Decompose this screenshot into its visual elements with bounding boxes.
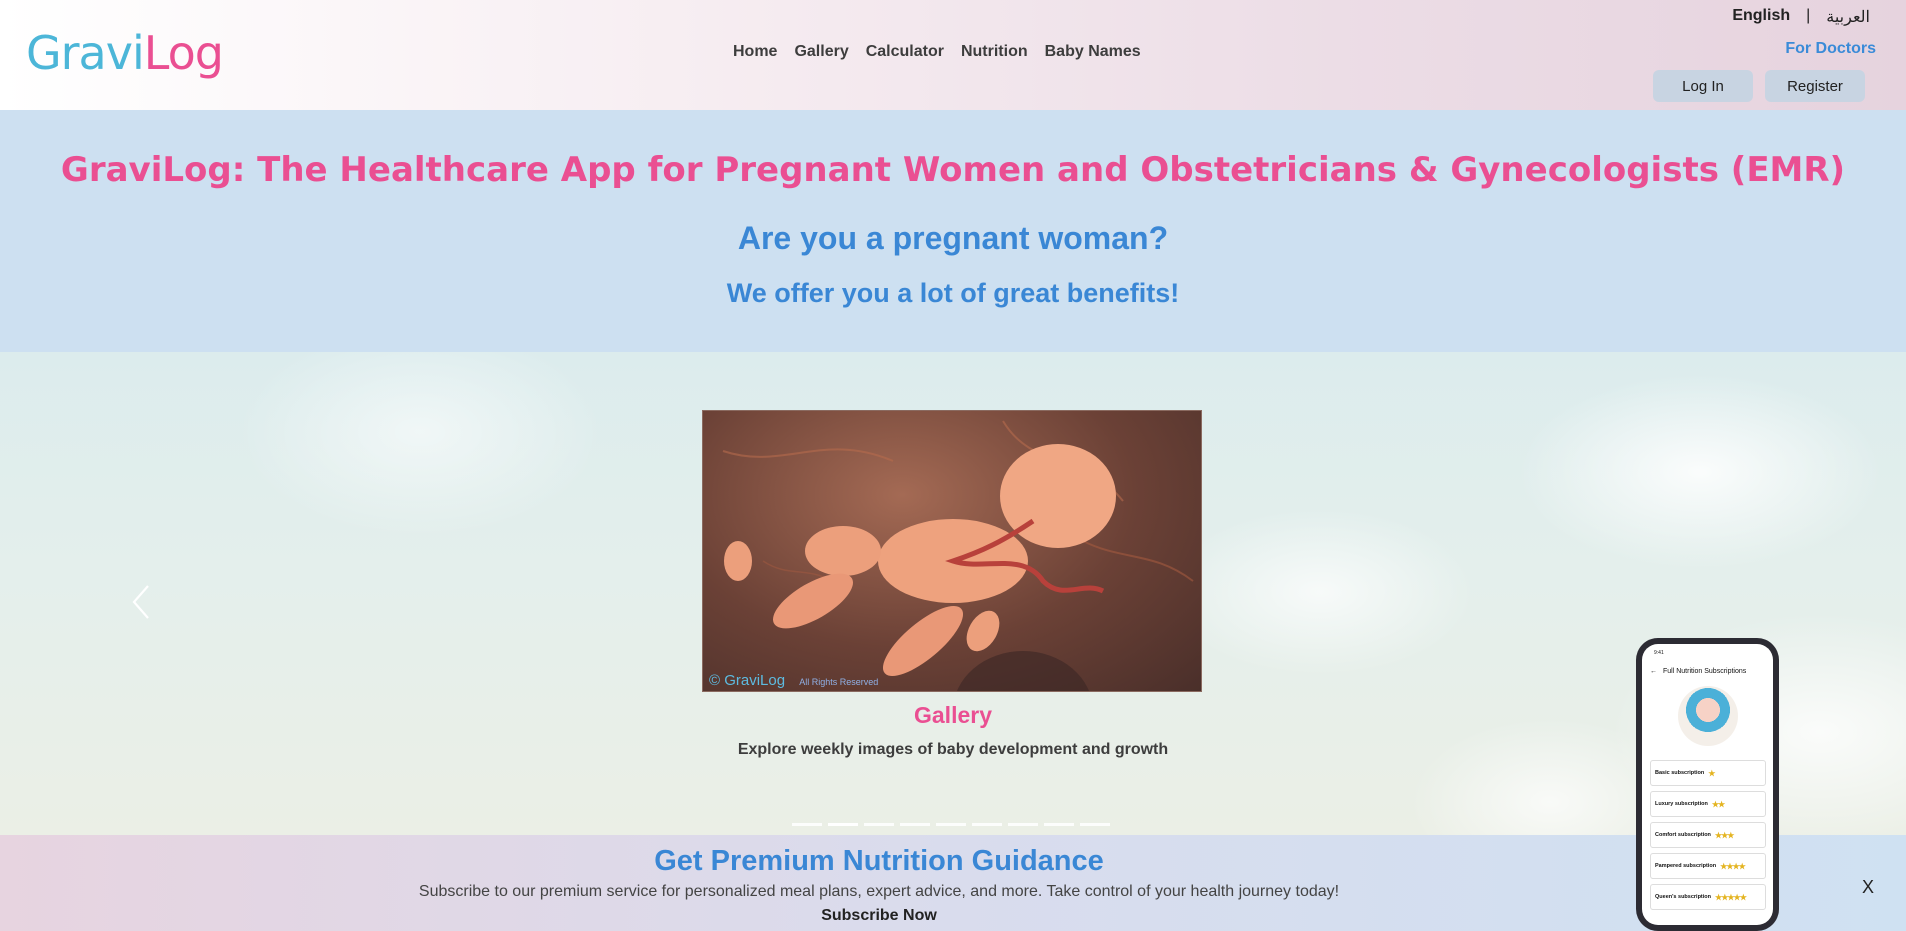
gravilog-logo[interactable]: GraviLog [26, 26, 224, 80]
star-rating-icon: ★★★ [1714, 830, 1734, 840]
hero-subtitle: We offer you a lot of great benefits! [726, 278, 1180, 308]
slide-description: Explore weekly images of baby developmen… [737, 741, 1169, 758]
subscription-item-basic: Basic subscription ★ [1650, 760, 1766, 786]
carousel-indicator-active[interactable] [828, 823, 858, 826]
carousel-indicator[interactable] [972, 823, 1002, 826]
carousel-indicators [792, 823, 1110, 826]
fetus-illustration [722, 420, 1194, 691]
slide-title[interactable]: Gallery [0, 702, 1906, 729]
carousel-prev-arrow[interactable] [128, 582, 154, 622]
carousel-indicator[interactable] [900, 823, 930, 826]
carousel-indicator[interactable] [1044, 823, 1074, 826]
site-header: GraviLog Home Gallery Calculator Nutriti… [0, 0, 1906, 110]
login-button[interactable]: Log In [1653, 70, 1753, 102]
slide-image-fetus: © GraviLog All Rights Reserved [702, 410, 1202, 692]
subscription-item-pampered: Pampered subscription ★★★★ [1650, 853, 1766, 879]
lang-english[interactable]: English [1732, 7, 1790, 27]
lang-separator: | [1806, 7, 1811, 24]
lang-arabic[interactable]: العربية [1826, 7, 1870, 27]
carousel-indicator[interactable] [1008, 823, 1038, 826]
premium-text: Subscribe to our premium service for per… [418, 883, 1340, 900]
chevron-left-icon [132, 585, 149, 619]
for-doctors-link[interactable]: For Doctors [1785, 40, 1876, 58]
star-rating-icon: ★★★★ [1720, 861, 1746, 871]
register-button[interactable]: Register [1765, 70, 1865, 102]
carousel-indicator[interactable] [792, 823, 822, 826]
nav-gallery[interactable]: Gallery [794, 43, 848, 61]
premium-title: Get Premium Nutrition Guidance [654, 845, 1104, 877]
language-switcher: English | العربية [1732, 7, 1870, 27]
phone-screen-title: Full Nutrition Subscriptions [1663, 668, 1747, 675]
subscription-item-queens: Queen's subscription ★★★★★ [1650, 884, 1766, 910]
phone-screen: 9:41 ← Full Nutrition Subscriptions Basi… [1642, 644, 1773, 925]
hero-question: Are you a pregnant woman? [737, 220, 1169, 256]
nav-baby-names[interactable]: Baby Names [1045, 43, 1141, 61]
carousel-indicator[interactable] [1080, 823, 1110, 826]
nav-calculator[interactable]: Calculator [866, 43, 944, 61]
subscription-item-luxury: Luxury subscription ★★ [1650, 791, 1766, 817]
close-banner-button[interactable]: X [1862, 877, 1874, 898]
feature-carousel: © GraviLog All Rights Reserved Gallery E… [0, 352, 1906, 835]
hero-section: GraviLog: The Healthcare App for Pregnan… [0, 110, 1906, 352]
carousel-indicator[interactable] [936, 823, 966, 826]
hero-title: GraviLog: The Healthcare App for Pregnan… [60, 150, 1846, 190]
star-rating-icon: ★ [1708, 768, 1715, 778]
phone-screen-header: ← Full Nutrition Subscriptions [1650, 668, 1746, 675]
nav-home[interactable]: Home [733, 43, 777, 61]
premium-nutrition-banner: Get Premium Nutrition Guidance Subscribe… [0, 835, 1906, 931]
main-nav: Home Gallery Calculator Nutrition Baby N… [733, 43, 1141, 61]
nutrition-illustration [1678, 686, 1738, 746]
subscribe-now-link[interactable]: Subscribe Now [0, 907, 1758, 925]
carousel-indicator[interactable] [864, 823, 894, 826]
image-watermark: © GraviLog All Rights Reserved [709, 672, 879, 689]
phone-mockup[interactable]: 9:41 ← Full Nutrition Subscriptions Basi… [1636, 638, 1779, 931]
phone-status-time: 9:41 [1654, 650, 1664, 656]
nav-nutrition[interactable]: Nutrition [961, 43, 1028, 61]
back-arrow-icon: ← [1650, 668, 1657, 675]
subscription-item-comfort: Comfort subscription ★★★ [1650, 822, 1766, 848]
star-rating-icon: ★★★★★ [1715, 892, 1747, 902]
star-rating-icon: ★★ [1711, 799, 1725, 809]
